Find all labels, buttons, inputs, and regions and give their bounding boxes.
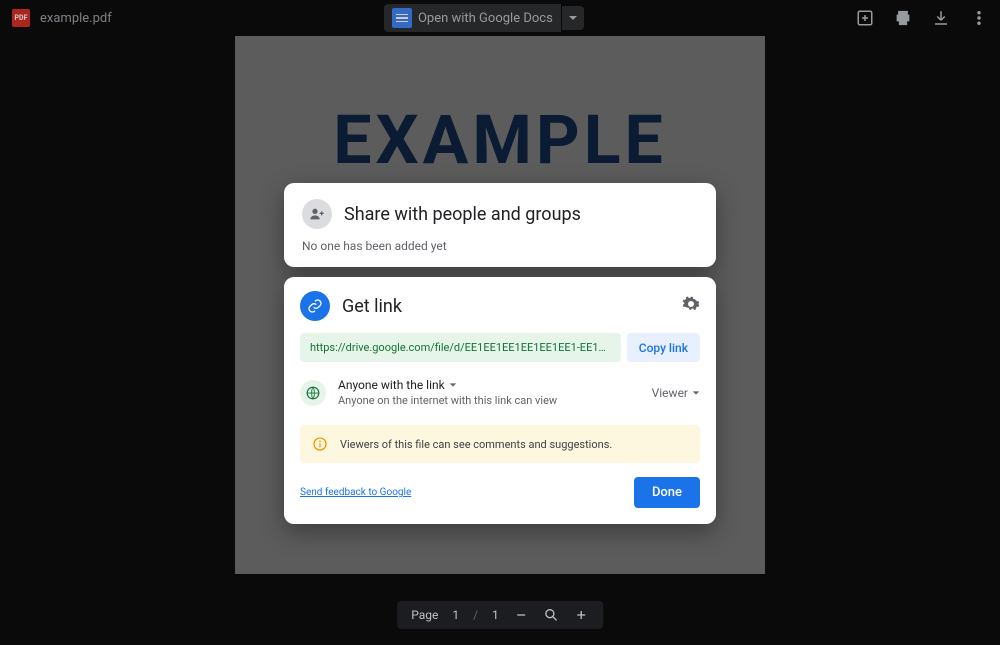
page-current[interactable]: 1 [452, 608, 459, 622]
get-link-card: Get link https://drive.google.com/file/d… [284, 277, 716, 524]
settings-icon[interactable] [682, 295, 700, 317]
send-feedback-link[interactable]: Send feedback to Google [300, 487, 411, 498]
zoom-out-icon[interactable] [513, 607, 529, 623]
copy-link-button[interactable]: Copy link [627, 333, 700, 362]
get-link-title: Get link [342, 296, 402, 317]
role-label: Viewer [652, 386, 688, 400]
share-people-subtitle: No one has been added yet [302, 239, 698, 253]
access-scope-label: Anyone with the link [338, 378, 445, 392]
page-controls: Page 1 / 1 [397, 601, 603, 629]
access-scope-description: Anyone on the internet with this link ca… [338, 394, 557, 407]
share-people-title: Share with people and groups [344, 204, 581, 225]
globe-icon [300, 380, 326, 406]
info-icon [312, 436, 328, 452]
access-scope-dropdown[interactable]: Anyone with the link [338, 378, 557, 392]
share-dialog: Share with people and groups No one has … [284, 183, 716, 534]
share-link-field[interactable]: https://drive.google.com/file/d/EE1EE1EE… [300, 333, 621, 362]
zoom-in-icon[interactable] [573, 607, 589, 623]
role-dropdown[interactable]: Viewer [652, 386, 700, 400]
share-people-card[interactable]: Share with people and groups No one has … [284, 183, 716, 267]
done-button[interactable]: Done [634, 477, 700, 508]
page-total: 1 [492, 608, 499, 622]
link-icon [300, 291, 330, 321]
person-add-icon [302, 199, 332, 229]
notice-banner: Viewers of this file can see comments an… [300, 425, 700, 463]
chevron-down-icon [449, 378, 457, 392]
notice-text: Viewers of this file can see comments an… [340, 438, 612, 451]
chevron-down-icon [692, 386, 700, 400]
page-separator: / [473, 608, 478, 622]
page-label: Page [411, 608, 438, 622]
zoom-reset-icon[interactable] [543, 607, 559, 623]
